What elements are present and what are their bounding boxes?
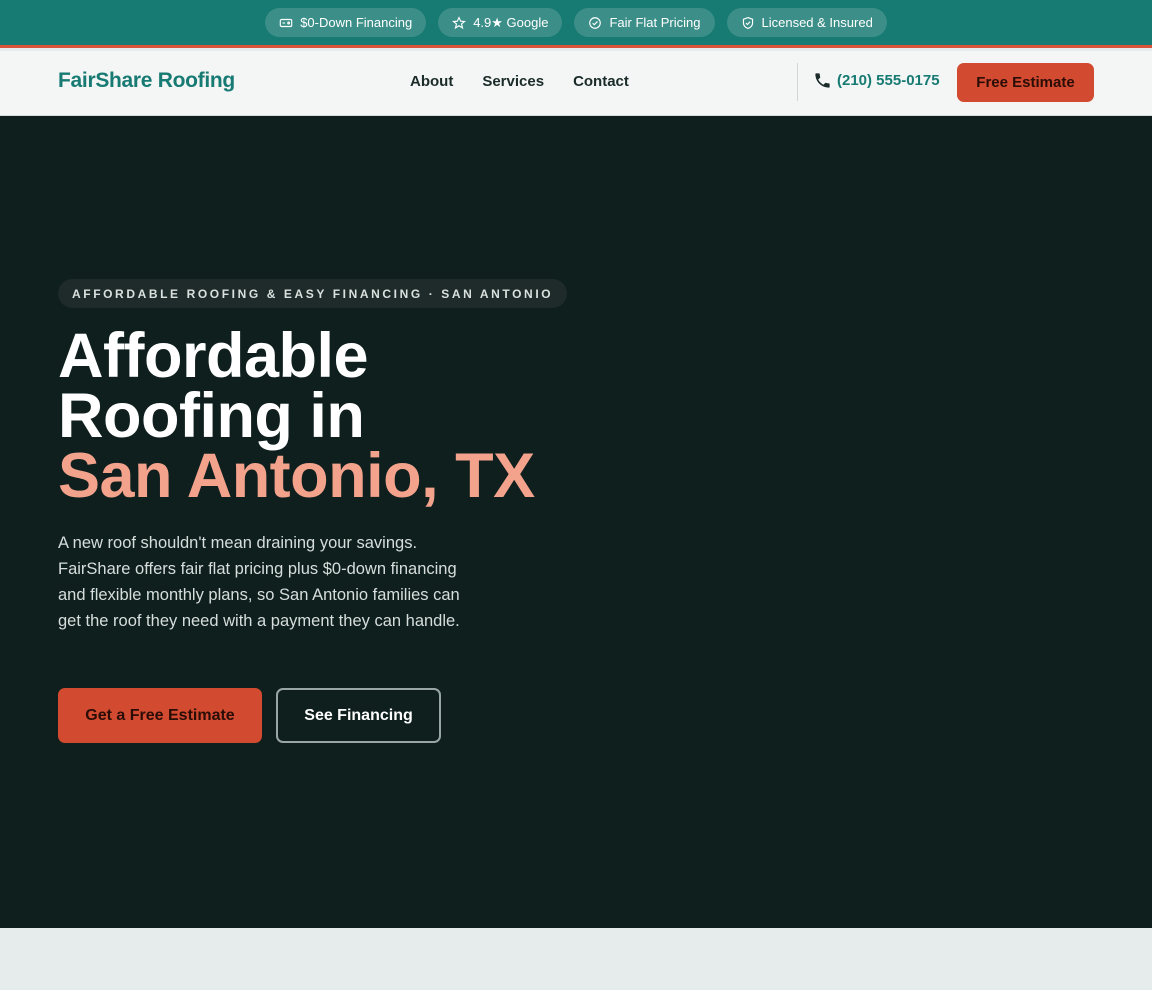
phone-number: (210) 555-0175 (837, 72, 940, 89)
phone-icon (815, 73, 830, 88)
badge-google-label: 4.9★ Google (473, 14, 549, 30)
phone-link[interactable]: (210) 555-0175 (813, 71, 940, 90)
next-section (0, 928, 1152, 990)
nav-link-services[interactable]: Services (482, 73, 544, 90)
badge-google-rating: 4.9★ Google (438, 8, 563, 37)
nav-link-contact[interactable]: Contact (573, 73, 629, 90)
badge-licensed-label: Licensed & Insured (761, 15, 873, 30)
nav-links: About Services Contact (410, 73, 629, 90)
badge-financing-label: $0-Down Financing (300, 15, 413, 30)
get-free-estimate-button[interactable]: Get a Free Estimate (58, 688, 262, 743)
badge-flat-pricing: Fair Flat Pricing (574, 8, 715, 37)
hero-eyebrow: AFFORDABLE ROOFING & EASY FINANCING · SA… (58, 279, 568, 308)
badge-flat-pricing-label: Fair Flat Pricing (609, 15, 701, 30)
hero-headline: Affordable Roofing in San Antonio, TX (58, 325, 578, 508)
check-circle-icon (589, 16, 602, 29)
card-icon (279, 18, 293, 27)
badge-licensed: Licensed & Insured (726, 8, 887, 37)
nav-divider (797, 63, 798, 101)
trust-bar: $0-Down Financing 4.9★ Google Fair Flat … (0, 0, 1152, 48)
star-icon (452, 15, 467, 29)
headline-location: San Antonio, TX (58, 441, 535, 511)
shield-icon (742, 16, 753, 29)
see-financing-button[interactable]: See Financing (276, 688, 441, 743)
main-navigation: FairShare Roofing About Services Contact… (0, 51, 1152, 116)
badge-financing: $0-Down Financing (265, 8, 427, 37)
brand-logo[interactable]: FairShare Roofing (58, 69, 235, 93)
nav-link-about[interactable]: About (410, 73, 453, 90)
hero-description: A new roof shouldn't mean draining your … (58, 534, 460, 630)
free-estimate-button[interactable]: Free Estimate (957, 63, 1094, 102)
hero-section: AFFORDABLE ROOFING & EASY FINANCING · SA… (0, 116, 1152, 928)
